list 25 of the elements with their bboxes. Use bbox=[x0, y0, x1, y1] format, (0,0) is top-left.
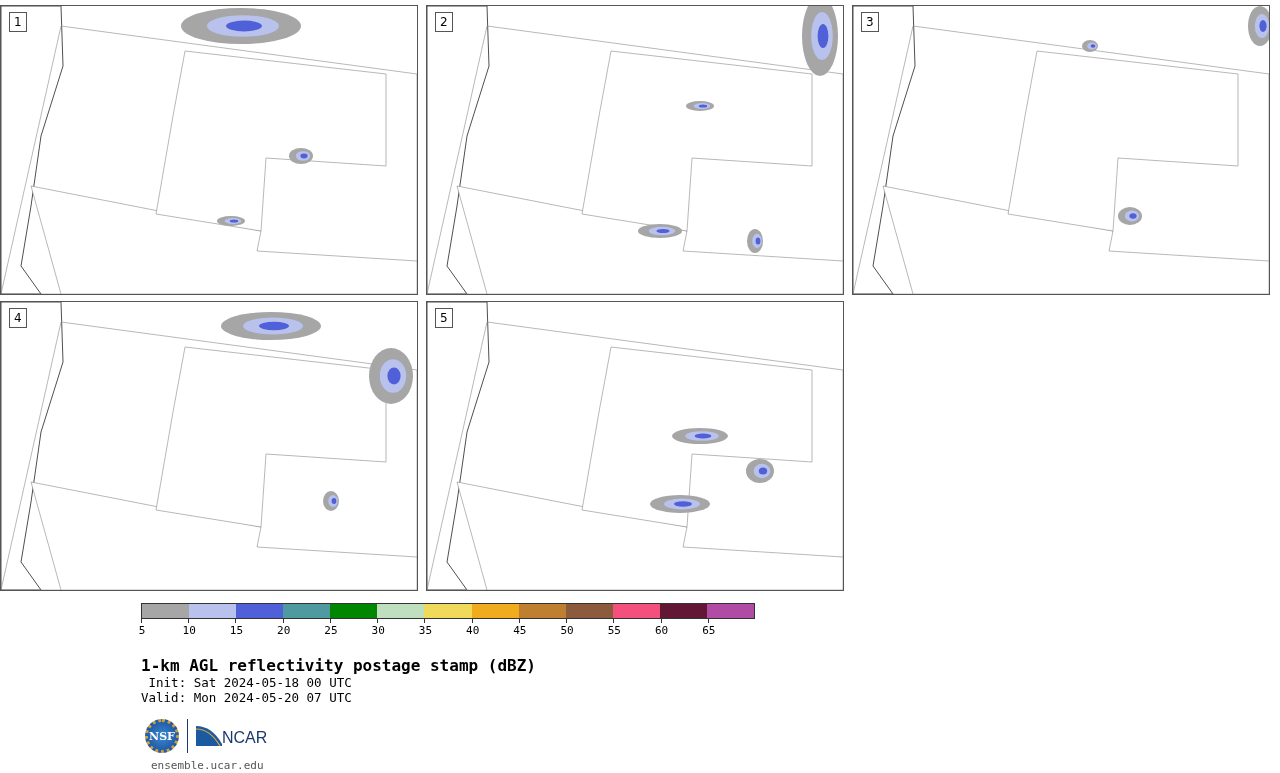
panel-number: 4 bbox=[9, 308, 27, 328]
swoosh-icon bbox=[196, 726, 222, 746]
website-link[interactable]: ensemble.ucar.edu bbox=[151, 759, 1280, 772]
tick-label: 5 bbox=[138, 624, 146, 637]
chart-title: 1-km AGL reflectivity postage stamp (dBZ) bbox=[141, 657, 537, 675]
tick-label: 50 bbox=[560, 624, 574, 637]
tick-label: 55 bbox=[607, 624, 621, 637]
valid-time: Valid: Mon 2024-05-20 07 UTC bbox=[141, 690, 353, 705]
panel-number: 1 bbox=[9, 12, 27, 32]
ncar-logo: NCAR bbox=[222, 730, 268, 746]
panel-number: 5 bbox=[435, 308, 453, 328]
tick-label: 25 bbox=[324, 624, 338, 637]
tick-label: 20 bbox=[277, 624, 291, 637]
panel-number: 2 bbox=[435, 12, 453, 32]
tick-label: 45 bbox=[513, 624, 527, 637]
tick-label: 40 bbox=[466, 624, 480, 637]
tick-label: 10 bbox=[182, 624, 196, 637]
nsf-logo: NSF bbox=[145, 719, 179, 753]
tick-label: 60 bbox=[654, 624, 669, 637]
tick-label: 65 bbox=[702, 624, 716, 637]
tick-label: 35 bbox=[418, 624, 433, 637]
panel-number: 3 bbox=[861, 12, 879, 32]
tick-label: 15 bbox=[229, 624, 244, 637]
init-time: Init: Sat 2024-05-18 00 UTC bbox=[147, 675, 353, 690]
tick-label: 30 bbox=[371, 624, 385, 637]
